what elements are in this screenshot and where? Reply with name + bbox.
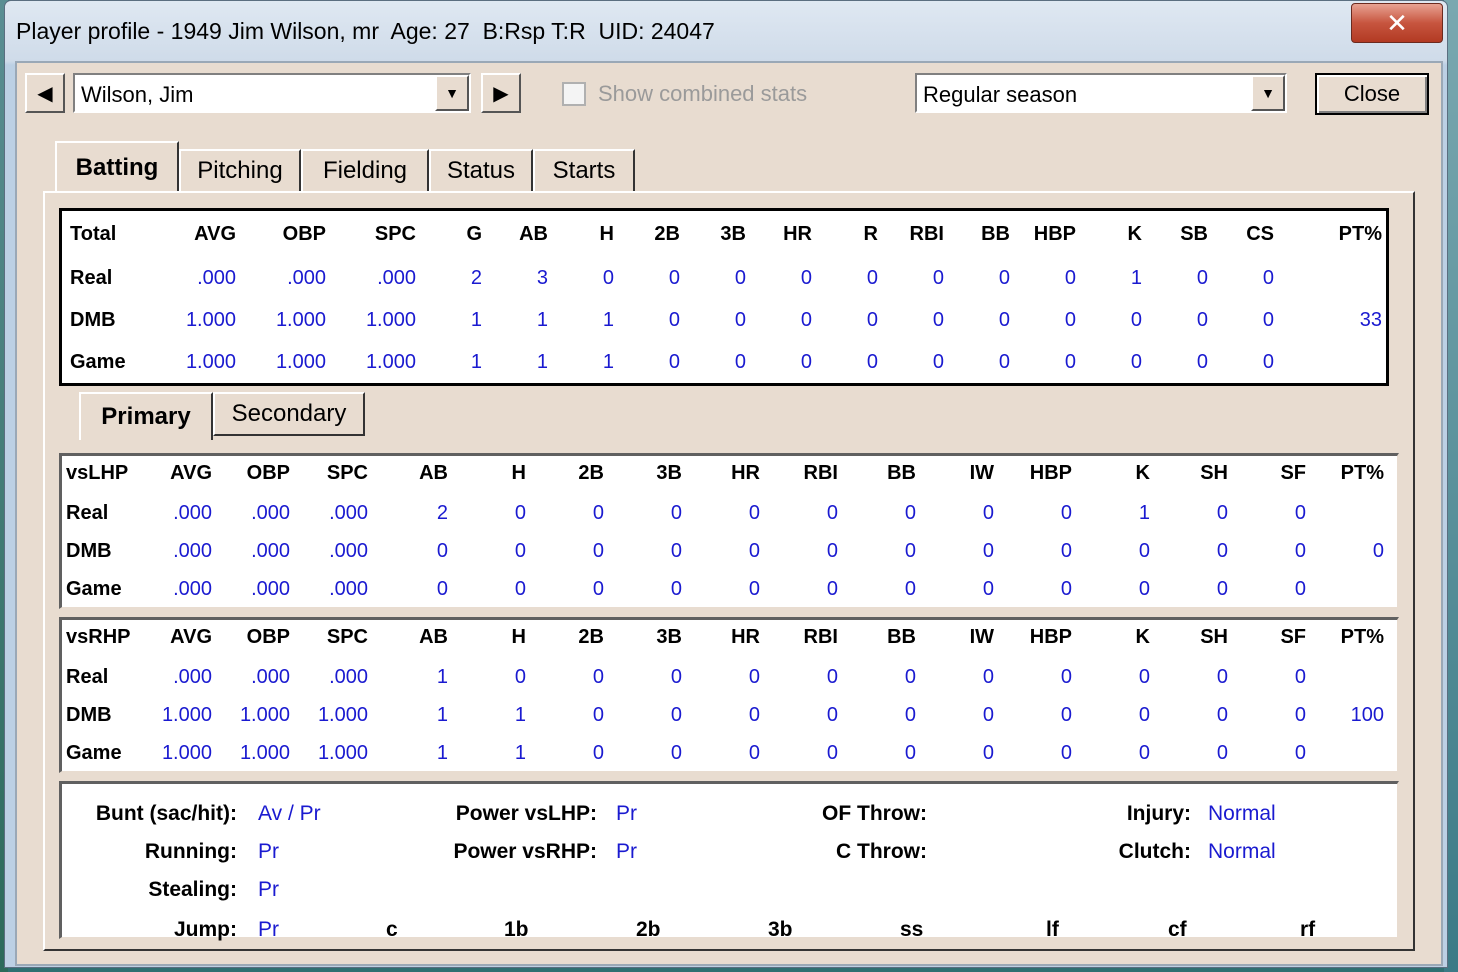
- previous-player-button[interactable]: ◀: [25, 73, 65, 113]
- arrow-right-icon: ▶: [493, 82, 509, 105]
- jump-label: Jump:: [174, 918, 237, 941]
- stealing-label: Stealing:: [148, 878, 237, 901]
- chevron-down-icon[interactable]: ▼: [435, 75, 469, 111]
- window-title: Player profile - 1949 Jim Wilson, mr Age…: [16, 18, 715, 44]
- power-vs-lhp-value: Pr: [616, 802, 637, 825]
- player-profile-window: Player profile - 1949 Jim Wilson, mr Age…: [4, 0, 1448, 968]
- injury-value: Normal: [1208, 802, 1276, 825]
- position-2b-label: 2b: [636, 918, 661, 941]
- table-cell: 100: [1350, 704, 1384, 726]
- player-select[interactable]: Wilson, Jim ▼: [73, 73, 471, 113]
- jump-value: Pr: [258, 918, 279, 941]
- injury-label: Injury:: [1126, 802, 1191, 825]
- running-label: Running:: [144, 840, 237, 863]
- c-throw-label: C Throw:: [836, 840, 927, 863]
- position-c-label: c: [386, 918, 398, 941]
- chevron-down-icon[interactable]: ▼: [1251, 75, 1285, 111]
- table-cell: 0: [1294, 742, 1306, 764]
- column-header: PT%: [1340, 626, 1384, 648]
- table-cell: 0: [1294, 502, 1306, 524]
- table-cell: 0: [1294, 666, 1306, 688]
- position-rf-label: rf: [1300, 918, 1316, 941]
- bunt-label: Bunt (sac/hit):: [95, 802, 237, 825]
- table-cell: 0: [1294, 578, 1306, 600]
- table-cell: 33: [1359, 309, 1382, 331]
- clutch-label: Clutch:: [1118, 840, 1191, 863]
- vs-rhp-stats-table: vsRHP AVG OBP SPC AB H 2B 3B HR RBI BB IW HBP K SH SF PT…: [59, 617, 1399, 773]
- dialog-client: ◀ Wilson, Jim ▼ ▶ Show combined stats Re…: [15, 61, 1443, 966]
- tab-status[interactable]: Status: [429, 149, 533, 191]
- position-1b-label: 1b: [504, 918, 529, 941]
- close-button[interactable]: Close: [1315, 73, 1429, 115]
- position-3b-label: 3b: [768, 918, 793, 941]
- tab-pitching[interactable]: Pitching: [179, 149, 301, 191]
- table-cell: 0: [1262, 351, 1274, 373]
- of-throw-label: OF Throw:: [822, 802, 927, 825]
- season-select[interactable]: Regular season ▼: [915, 73, 1287, 113]
- power-vs-rhp-value: Pr: [616, 840, 637, 863]
- show-combined-stats-checkbox[interactable]: Show combined stats: [562, 79, 807, 109]
- title-bar[interactable]: Player profile - 1949 Jim Wilson, mr Age…: [5, 1, 1447, 61]
- total-stats-table: Total AVG OBP SPC G AB H 2B 3B HR R RBI BB HBP K SB CS PT…: [59, 208, 1389, 386]
- column-header: PT%: [1340, 462, 1384, 484]
- table-cell: 0: [1372, 540, 1384, 562]
- season-select-value: Regular season: [923, 82, 1078, 107]
- tab-fielding[interactable]: Fielding: [301, 149, 429, 191]
- subtab-primary[interactable]: Primary: [79, 392, 213, 440]
- subtab-secondary[interactable]: Secondary: [213, 392, 365, 436]
- position-lf-label: lf: [1046, 918, 1059, 941]
- bunt-value: Av / Pr: [258, 802, 321, 825]
- table-cell: 0: [1262, 267, 1274, 289]
- vs-lhp-stats-table: vsLHP AVG OBP SPC AB H 2B 3B HR RBI BB IW HBP K SH SF PT…: [59, 453, 1399, 609]
- power-vs-rhp-label: Power vsRHP:: [453, 840, 597, 863]
- column-header: PT%: [1338, 223, 1382, 245]
- position-ss-label: ss: [900, 918, 924, 941]
- window-close-icon[interactable]: ✕: [1351, 3, 1443, 43]
- tab-batting[interactable]: Batting: [55, 141, 179, 193]
- power-vs-lhp-label: Power vsLHP:: [455, 802, 597, 825]
- player-attributes-panel: Bunt (sac/hit): Av / Pr Running: Pr Stea…: [59, 781, 1399, 941]
- arrow-left-icon: ◀: [37, 82, 53, 105]
- running-value: Pr: [258, 840, 279, 863]
- show-combined-stats-label: Show combined stats: [598, 81, 808, 106]
- next-player-button[interactable]: ▶: [481, 73, 521, 113]
- clutch-value: Normal: [1208, 840, 1276, 863]
- checkbox-box[interactable]: [562, 82, 586, 106]
- player-select-value: Wilson, Jim: [81, 82, 194, 107]
- stealing-value: Pr: [258, 878, 279, 901]
- position-cf-label: cf: [1168, 918, 1187, 941]
- tab-starts[interactable]: Starts: [533, 149, 635, 191]
